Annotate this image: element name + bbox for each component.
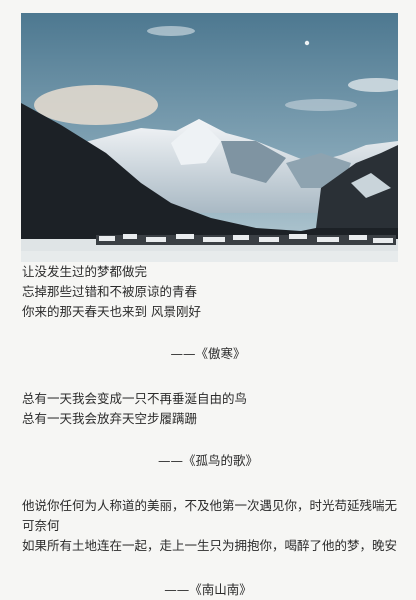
poem-line: 总有一天我会放弃天空步履蹒跚 bbox=[22, 411, 198, 426]
poem-line: 如果所有土地连在一起，走上一生只为拥抱你，喝醉了他的梦，晚安 bbox=[22, 538, 398, 553]
stanza-1: 让没发生过的梦都做完 忘掉那些过错和不被原谅的青春 你来的那天春天也来到 风景刚… bbox=[22, 262, 398, 322]
poem-line: 让没发生过的梦都做完 bbox=[22, 264, 148, 279]
song-attribution: ——《傲寒》 bbox=[170, 346, 246, 361]
poem-line: 忘掉那些过错和不被原谅的青春 bbox=[22, 284, 198, 299]
stanza-3: 他说你任何为人称道的美丽，不及他第一次遇见你，时光苟延残喘无可奈何 如果所有土地… bbox=[22, 496, 398, 556]
stanza-2: 总有一天我会变成一只不再垂涎自由的鸟 总有一天我会放弃天空步履蹒跚 bbox=[22, 389, 398, 429]
mountain-photo bbox=[21, 13, 398, 262]
poem-line: 总有一天我会变成一只不再垂涎自由的鸟 bbox=[22, 391, 248, 406]
poem-line: 你来的那天春天也来到 风景刚好 bbox=[22, 304, 201, 319]
poem-line: 他说你任何为人称道的美丽，不及他第一次遇见你，时光苟延残喘无可奈何 bbox=[22, 498, 398, 533]
mountain-illustration bbox=[21, 13, 398, 262]
song-attribution: ——《南山南》 bbox=[164, 582, 252, 597]
song-attribution: ——《孤鸟的歌》 bbox=[157, 453, 258, 468]
